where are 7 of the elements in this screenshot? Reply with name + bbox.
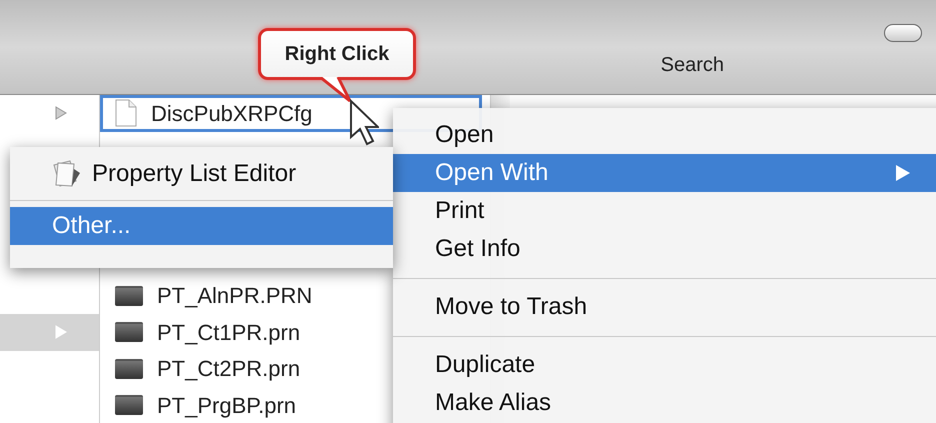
file-name: PT_Ct2PR.prn [157, 355, 300, 384]
search-label: Search [660, 53, 724, 78]
file-name: PT_AlnPR.PRN [157, 282, 312, 310]
callout-text: Right Click [284, 42, 390, 67]
file-name: PT_PrgBP.prn [157, 392, 296, 420]
file-name: DiscPubXRPCfg [151, 100, 312, 128]
file-name: PT_Ct1PR.prn [157, 318, 300, 347]
